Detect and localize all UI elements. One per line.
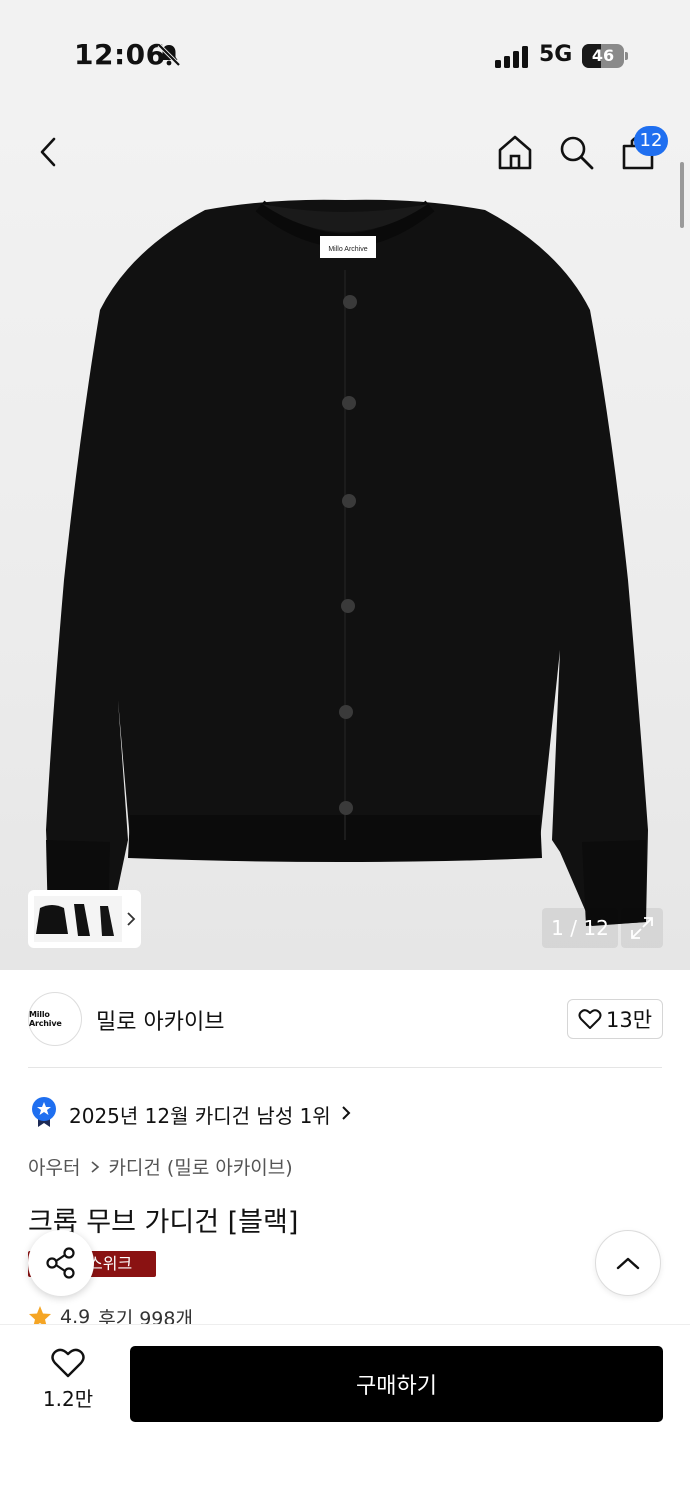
- heart-icon: [51, 1348, 85, 1378]
- breadcrumb: 아우터 카디건 (밀로 아카이브): [28, 1153, 293, 1180]
- battery-level: 46: [591, 46, 615, 65]
- expand-image-button[interactable]: [621, 908, 663, 948]
- bell-muted-icon: [157, 43, 181, 67]
- chevron-right-icon: [127, 912, 136, 926]
- battery-icon: 46: [582, 44, 628, 68]
- brand-name[interactable]: 밀로 아카이브: [96, 1004, 224, 1036]
- brand-logo[interactable]: Millo Archive: [28, 992, 82, 1046]
- ranking-medal-icon: [32, 1097, 56, 1127]
- home-button[interactable]: [493, 130, 537, 174]
- network-type: 5G: [539, 42, 573, 67]
- scrollbar[interactable]: [680, 162, 684, 228]
- search-button[interactable]: [554, 130, 598, 174]
- status-bar: 12:06 5G 46: [0, 0, 690, 100]
- back-button[interactable]: [26, 130, 70, 174]
- thumbnail-strip[interactable]: [28, 890, 141, 948]
- wishlist-button[interactable]: 1.2만: [30, 1347, 106, 1421]
- divider: [28, 1067, 662, 1068]
- share-button[interactable]: [28, 1230, 94, 1296]
- share-icon: [46, 1247, 75, 1279]
- garment-label: Millo Archive: [328, 246, 367, 253]
- bottom-action-bar: 1.2만 구매하기: [0, 1324, 690, 1500]
- expand-icon: [631, 917, 653, 939]
- buy-button[interactable]: 구매하기: [130, 1346, 663, 1422]
- product-image: Millo Archive: [46, 199, 648, 926]
- product-image-gallery[interactable]: Millo Archive 1 / 12: [0, 100, 690, 970]
- brand-like-button[interactable]: 13만: [567, 999, 663, 1039]
- wishlist-count: 1.2만: [42, 1387, 94, 1411]
- brand-like-count: 13만: [605, 1008, 653, 1032]
- search-icon: [560, 136, 594, 170]
- ranking-text[interactable]: 2025년 12월 카디건 남성 1위: [69, 1100, 331, 1129]
- breadcrumb-current[interactable]: 카디건 (밀로 아카이브): [108, 1153, 292, 1180]
- chevron-right-icon: [91, 1160, 100, 1173]
- image-page-counter: 1 / 12: [542, 908, 618, 948]
- signal-icon: [495, 46, 528, 68]
- thumbnail-images: [34, 896, 122, 942]
- home-icon: [498, 135, 532, 170]
- chevron-up-icon: [616, 1257, 640, 1270]
- brand-logo-text: Millo Archive: [29, 1010, 62, 1028]
- heart-icon: [578, 1009, 602, 1029]
- scroll-to-top-button[interactable]: [595, 1230, 661, 1296]
- back-icon: [40, 137, 56, 167]
- chevron-right-icon: [342, 1106, 351, 1120]
- status-time: 12:06: [74, 38, 166, 71]
- breadcrumb-parent[interactable]: 아우터: [28, 1153, 80, 1180]
- cart-count-badge: 12: [634, 126, 668, 156]
